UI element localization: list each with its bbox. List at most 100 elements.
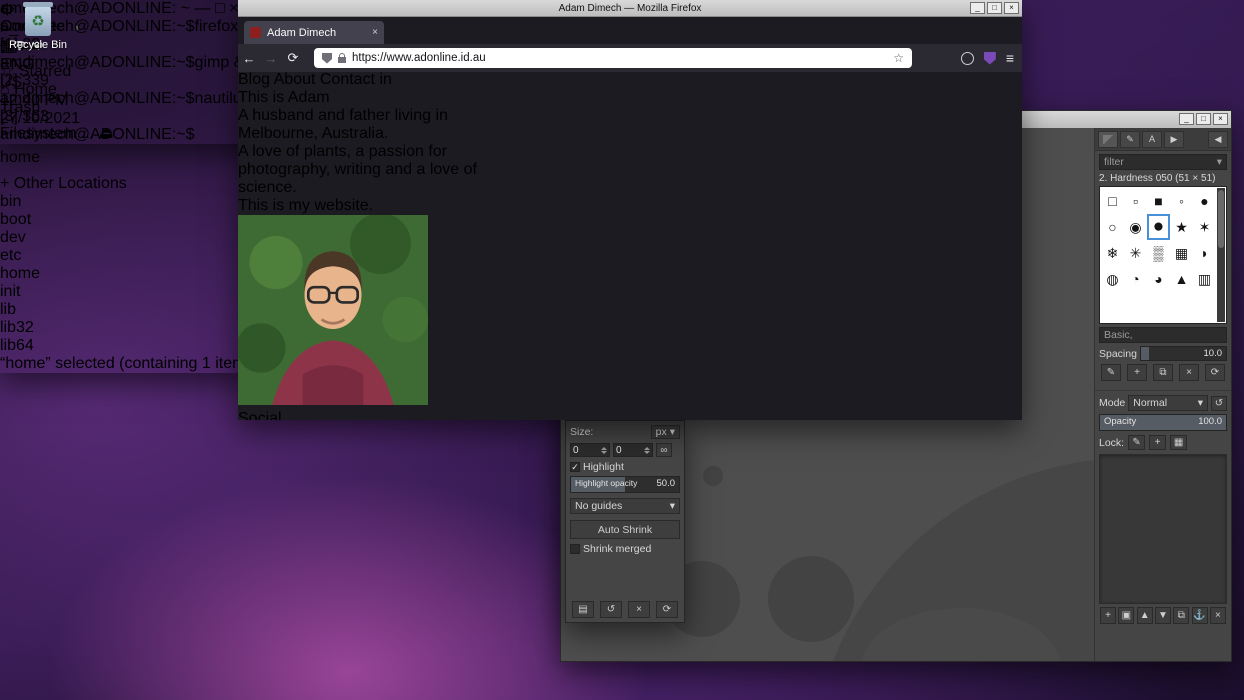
brush-grid-scrollbar[interactable] xyxy=(1217,188,1225,322)
edit-brush-button[interactable]: ✎ xyxy=(1101,364,1121,381)
brush-swatch[interactable]: ✳ xyxy=(1124,240,1147,266)
lower-layer-button[interactable]: ▼ xyxy=(1154,607,1171,624)
highlight-opacity-slider[interactable]: Highlight opacity 50.0 xyxy=(570,476,680,493)
brush-swatch[interactable]: ▫ xyxy=(1124,188,1147,214)
gimp-minimize-button[interactable]: _ xyxy=(1179,113,1194,125)
shrink-merged-checkbox[interactable] xyxy=(570,544,580,554)
height-spinner[interactable]: 0 xyxy=(613,443,653,457)
reset-options-button[interactable]: ⟳ xyxy=(656,601,678,618)
bookmark-star-icon[interactable]: ☆ xyxy=(893,51,904,65)
spacing-slider[interactable]: 10.0 xyxy=(1139,346,1227,361)
browser-tab[interactable]: Adam Dimech × xyxy=(244,21,384,44)
patterns-tab[interactable]: ✎ xyxy=(1120,130,1140,148)
recycle-bin[interactable]: ♻ Recycle Bin xyxy=(8,2,68,51)
dock-menu-button[interactable]: ◀ xyxy=(1208,130,1228,148)
width-spinner[interactable]: 0 xyxy=(570,443,610,457)
brush-swatch[interactable]: ▲ xyxy=(1170,266,1193,292)
anchor-layer-button[interactable]: ⚓ xyxy=(1191,607,1208,624)
firefox-minimize-button[interactable]: _ xyxy=(970,2,985,14)
delete-options-button[interactable]: × xyxy=(628,601,650,618)
url-bar[interactable]: https://www.adonline.id.au ☆ xyxy=(314,48,912,68)
tracking-shield-icon[interactable] xyxy=(322,52,332,64)
extension-icon[interactable] xyxy=(983,51,996,65)
save-options-button[interactable]: ▤ xyxy=(572,601,594,618)
brush-swatch[interactable]: ◔ xyxy=(1124,266,1147,292)
sidebar-item-home-folder[interactable]: home xyxy=(0,149,251,167)
terminal-maximize-button[interactable]: □ xyxy=(215,0,225,17)
brushes-tab[interactable] xyxy=(1098,130,1118,148)
folder-item[interactable]: dev xyxy=(0,229,251,247)
back-button[interactable]: ← xyxy=(238,51,260,66)
linkedin-icon[interactable]: in xyxy=(379,71,391,88)
folder-item[interactable]: bin xyxy=(0,193,251,211)
unit-select[interactable]: px ▾ xyxy=(650,425,680,439)
social-button[interactable]: Social xyxy=(238,410,1022,420)
tab-close-icon[interactable]: × xyxy=(372,27,378,38)
nav-link-blog[interactable]: Blog xyxy=(238,71,270,88)
folder-item-selected[interactable]: home xyxy=(0,265,251,283)
fonts-tab[interactable]: A xyxy=(1142,130,1162,148)
delete-brush-button[interactable]: × xyxy=(1179,364,1199,381)
guides-select[interactable]: No guides ▾ xyxy=(570,498,680,514)
brush-swatch[interactable]: ▥ xyxy=(1193,266,1216,292)
folder-item[interactable]: lib xyxy=(0,301,251,319)
chain-icon[interactable]: ∞ xyxy=(656,443,672,457)
brush-swatch[interactable]: □ xyxy=(1101,188,1124,214)
layer-mode-select[interactable]: Normal ▾ xyxy=(1128,395,1208,411)
delete-layer-button[interactable]: × xyxy=(1209,607,1226,624)
folder-item[interactable]: boot xyxy=(0,211,251,229)
folder-item[interactable]: lib32 xyxy=(0,319,251,337)
brush-swatch[interactable]: ▒ xyxy=(1147,240,1170,266)
chevron-down-icon[interactable]: ▾ xyxy=(1217,156,1222,168)
new-brush-button[interactable]: + xyxy=(1127,364,1147,381)
auto-shrink-button[interactable]: Auto Shrink xyxy=(570,520,680,539)
new-layer-button[interactable]: + xyxy=(1100,607,1116,624)
refresh-brushes-button[interactable]: ⟳ xyxy=(1205,364,1225,381)
brush-swatch[interactable]: ◕ xyxy=(1147,266,1170,292)
brush-swatch[interactable]: ▦ xyxy=(1170,240,1193,266)
brush-swatch[interactable]: ○ xyxy=(1101,214,1124,240)
forward-button[interactable]: → xyxy=(260,51,282,66)
restore-options-button[interactable]: ↺ xyxy=(600,601,622,618)
brush-swatch[interactable]: ◗ xyxy=(1193,240,1216,266)
brush-swatch[interactable]: ✶ xyxy=(1193,214,1216,240)
brush-swatch[interactable]: ❄ xyxy=(1101,240,1124,266)
brush-swatch[interactable]: ◍ xyxy=(1101,266,1124,292)
folder-item[interactable]: lib64 xyxy=(0,337,251,355)
brush-swatch[interactable]: ● xyxy=(1193,188,1216,214)
firefox-close-button[interactable]: × xyxy=(1004,2,1019,14)
folder-item[interactable]: etc xyxy=(0,247,251,265)
sidebar-item-other-locations[interactable]: + Other Locations xyxy=(0,175,251,193)
history-tab[interactable]: ▶ xyxy=(1164,130,1184,148)
lock-position-icon[interactable]: + xyxy=(1149,435,1167,450)
highlight-checkbox[interactable]: ✓ xyxy=(570,462,580,472)
firefox-maximize-button[interactable]: □ xyxy=(987,2,1002,14)
account-icon[interactable] xyxy=(960,51,974,65)
brush-filter-input[interactable]: filter ▾ xyxy=(1099,154,1227,170)
duplicate-layer-button[interactable]: ⧉ xyxy=(1173,607,1190,624)
url-text[interactable]: https://www.adonline.id.au xyxy=(352,52,887,64)
brush-swatch-selected[interactable]: ● xyxy=(1147,214,1170,240)
brush-swatch[interactable]: ■ xyxy=(1147,188,1170,214)
brush-tag-input[interactable]: Basic, xyxy=(1099,327,1227,343)
terminal-minimize-button[interactable]: — xyxy=(195,0,211,17)
nav-link-contact[interactable]: Contact xyxy=(320,71,375,88)
gimp-close-button[interactable]: × xyxy=(1213,113,1228,125)
menu-icon[interactable]: ≡ xyxy=(1006,50,1014,66)
layer-opacity-slider[interactable]: Opacity 100.0 xyxy=(1099,414,1227,431)
brush-swatch[interactable]: ◉ xyxy=(1124,214,1147,240)
nav-link-about[interactable]: About xyxy=(274,71,316,88)
lock-alpha-icon[interactable]: ▦ xyxy=(1170,435,1188,450)
brush-swatch[interactable]: ★ xyxy=(1170,214,1193,240)
lock-paint-icon[interactable]: ✎ xyxy=(1128,435,1146,450)
raise-layer-button[interactable]: ▲ xyxy=(1136,607,1153,624)
duplicate-brush-button[interactable]: ⧉ xyxy=(1153,364,1173,381)
folder-item-init[interactable]: init xyxy=(0,283,251,301)
new-group-button[interactable]: ▣ xyxy=(1118,607,1135,624)
firefox-titlebar[interactable]: Adam Dimech — Mozilla Firefox _ □ × xyxy=(238,0,1022,17)
brush-swatch[interactable]: ◦ xyxy=(1170,188,1193,214)
gimp-maximize-button[interactable]: □ xyxy=(1196,113,1211,125)
layers-list[interactable] xyxy=(1099,454,1227,604)
reload-button[interactable]: ⟳ xyxy=(282,50,304,66)
mode-reset-button[interactable]: ↺ xyxy=(1211,395,1227,411)
